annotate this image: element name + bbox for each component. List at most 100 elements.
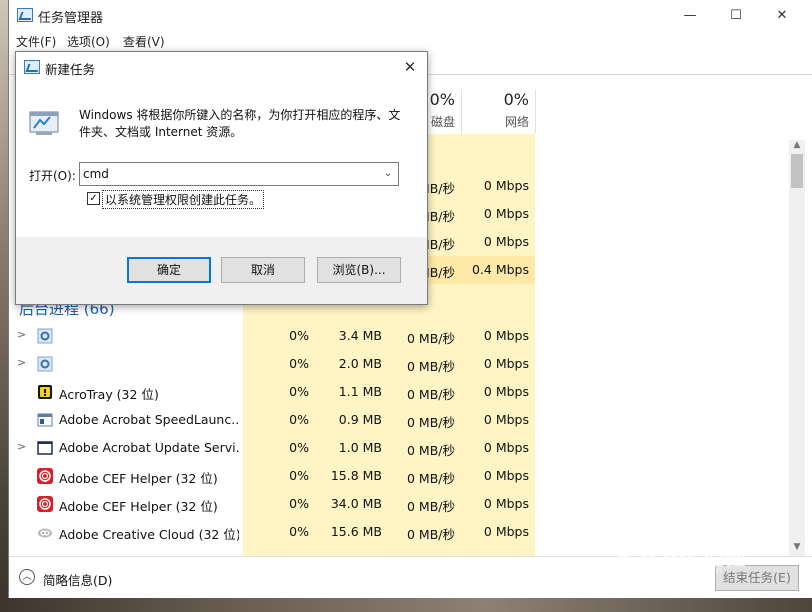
scrollbar-thumb[interactable] xyxy=(791,154,803,188)
disk-cell: 0 MB/秒 xyxy=(407,359,455,374)
gear-icon xyxy=(37,328,53,344)
network-cell: 0 Mbps xyxy=(483,234,529,249)
network-cell: 0 Mbps xyxy=(483,496,529,511)
menu-bar: 文件(F) 选项(O) 查看(V) xyxy=(9,31,812,51)
vertical-scrollbar[interactable]: ▲ ▼ xyxy=(789,140,805,556)
admin-checkbox[interactable]: ✓ xyxy=(87,192,100,205)
network-label: 网络 xyxy=(504,115,529,129)
admin-checkbox-label[interactable]: 以系统管理权限创建此任务。 xyxy=(102,190,265,209)
network-percent: 0% xyxy=(503,90,529,109)
memory-cell: 3.4 MB xyxy=(338,328,382,343)
memory-cell: 0.9 MB xyxy=(338,412,382,427)
network-cell: 0.4 Mbps xyxy=(471,262,529,277)
disk-cell: 0 MB/秒 xyxy=(407,471,455,486)
ok-button[interactable]: 确定 xyxy=(127,257,211,283)
menu-file[interactable]: 文件(F) xyxy=(16,33,56,50)
dialog-description: Windows 将根据你所键入的名称，为你打开相应的程序、文件夹、文档或 Int… xyxy=(79,108,401,139)
column-header-network[interactable]: 0% 网络 xyxy=(462,90,535,134)
memory-cell: 1.0 MB xyxy=(338,440,382,455)
adobe-cc-icon xyxy=(37,496,53,512)
disk-cell: 0 MB/秒 xyxy=(407,331,455,346)
minimize-button[interactable]: — xyxy=(667,0,713,31)
run-program-icon xyxy=(29,111,59,135)
fewer-details-link[interactable]: 简略信息(D) xyxy=(43,570,112,589)
task-manager-icon xyxy=(24,60,40,74)
cpu-cell: 0% xyxy=(289,384,309,399)
table-row[interactable]: > 0% 2.0 MB 0 MB/秒 0 Mbps xyxy=(9,350,789,378)
desktop-background-bottom xyxy=(0,598,812,612)
table-row[interactable]: > Adobe Acrobat Update Servi... 0% 1.0 M… xyxy=(9,434,789,462)
expand-chevron-icon[interactable]: > xyxy=(17,440,26,453)
window-title: 任务管理器 xyxy=(38,11,104,26)
disk-cell: 0 MB/秒 xyxy=(407,499,455,514)
create-new-task-dialog: 新建任务 ✕ Windows 将根据你所键入的名称，为你打开相应的程序、文件夹、… xyxy=(15,51,428,305)
maximize-button[interactable]: ☐ xyxy=(713,0,759,31)
disk-cell: 0 MB/秒 xyxy=(407,415,455,430)
close-button[interactable]: ✕ xyxy=(759,0,805,31)
table-row[interactable]: Adobe Acrobat SpeedLaunc... 0% 0.9 MB 0 … xyxy=(9,406,789,434)
process-name: Adobe CEF Helper (32 位) xyxy=(59,499,218,514)
network-cell: 0 Mbps xyxy=(483,206,529,221)
browse-button[interactable]: 浏览(B)... xyxy=(317,257,401,283)
process-name: AcroTray (32 位) xyxy=(59,387,159,402)
task-manager-icon xyxy=(17,8,33,22)
gear-icon xyxy=(37,356,53,372)
dialog-button-area: 确定 取消 浏览(B)... xyxy=(16,237,427,304)
menu-view[interactable]: 查看(V) xyxy=(123,33,165,50)
network-cell: 0 Mbps xyxy=(483,356,529,371)
adobe-cc-icon xyxy=(37,468,53,484)
network-cell: 0 Mbps xyxy=(483,440,529,455)
memory-cell: 1.1 MB xyxy=(338,384,382,399)
cancel-button[interactable]: 取消 xyxy=(221,257,305,283)
dialog-title: 新建任务 xyxy=(45,62,96,77)
scroll-up-icon[interactable]: ▲ xyxy=(789,140,805,154)
cloud-icon xyxy=(38,528,52,538)
memory-cell: 34.0 MB xyxy=(330,496,382,511)
dialog-title-bar[interactable]: 新建任务 ✕ xyxy=(16,52,427,82)
disk-cell: 0 MB/秒 xyxy=(407,387,455,402)
open-combobox[interactable]: ⌄ xyxy=(79,162,399,186)
process-name: Adobe CEF Helper (32 位) xyxy=(59,471,218,486)
open-label: 打开(O): xyxy=(29,169,76,183)
memory-cell: 2.0 MB xyxy=(338,356,382,371)
watermark-url: jingyan.baidu.com xyxy=(630,566,723,577)
table-row[interactable]: AcroTray (32 位) 0% 1.1 MB 0 MB/秒 0 Mbps xyxy=(9,378,789,406)
cpu-cell: 0% xyxy=(289,412,309,427)
chevron-up-icon[interactable]: ︿ xyxy=(19,569,35,585)
open-input[interactable] xyxy=(83,165,373,183)
disk-cell: 0 MB/秒 xyxy=(407,527,455,542)
cpu-cell: 0% xyxy=(289,440,309,455)
memory-cell: 15.6 MB xyxy=(330,524,382,539)
network-cell: 0 Mbps xyxy=(483,468,529,483)
table-row[interactable]: Adobe CEF Helper (32 位) 0% 15.8 MB 0 MB/… xyxy=(9,462,789,490)
table-row[interactable]: Adobe CEF Helper (32 位) 0% 34.0 MB 0 MB/… xyxy=(9,490,789,518)
process-name: Adobe Acrobat SpeedLaunc... xyxy=(59,412,239,427)
process-name: Adobe Acrobat Update Servi... xyxy=(59,440,239,455)
network-cell: 0 Mbps xyxy=(483,524,529,539)
network-cell: 0 Mbps xyxy=(483,178,529,193)
network-cell: 0 Mbps xyxy=(483,328,529,343)
cpu-cell: 0% xyxy=(289,524,309,539)
cpu-cell: 0% xyxy=(289,468,309,483)
disk-cell: 0 MB/秒 xyxy=(407,443,455,458)
network-cell: 0 Mbps xyxy=(483,384,529,399)
acrotray-icon xyxy=(38,385,52,399)
process-name: Adobe Creative Cloud (32 位) xyxy=(59,527,239,542)
scroll-down-icon[interactable]: ▼ xyxy=(789,542,805,556)
cpu-cell: 0% xyxy=(289,328,309,343)
cpu-cell: 0% xyxy=(289,356,309,371)
window-icon xyxy=(37,441,53,455)
speedlaunch-icon xyxy=(37,413,53,427)
menu-options[interactable]: 选项(O) xyxy=(67,33,110,50)
cpu-cell: 0% xyxy=(289,496,309,511)
table-row[interactable]: > 0% 3.4 MB 0 MB/秒 0 Mbps xyxy=(9,322,789,350)
expand-chevron-icon[interactable]: > xyxy=(17,328,26,341)
expand-chevron-icon[interactable]: > xyxy=(17,356,26,369)
close-icon[interactable]: ✕ xyxy=(399,56,421,78)
chevron-down-icon[interactable]: ⌄ xyxy=(380,166,396,182)
column-separator xyxy=(535,90,536,134)
desktop-background xyxy=(0,0,8,612)
title-bar[interactable]: 任务管理器 — ☐ ✕ xyxy=(9,0,812,31)
network-cell: 0 Mbps xyxy=(483,412,529,427)
memory-cell: 15.8 MB xyxy=(330,468,382,483)
